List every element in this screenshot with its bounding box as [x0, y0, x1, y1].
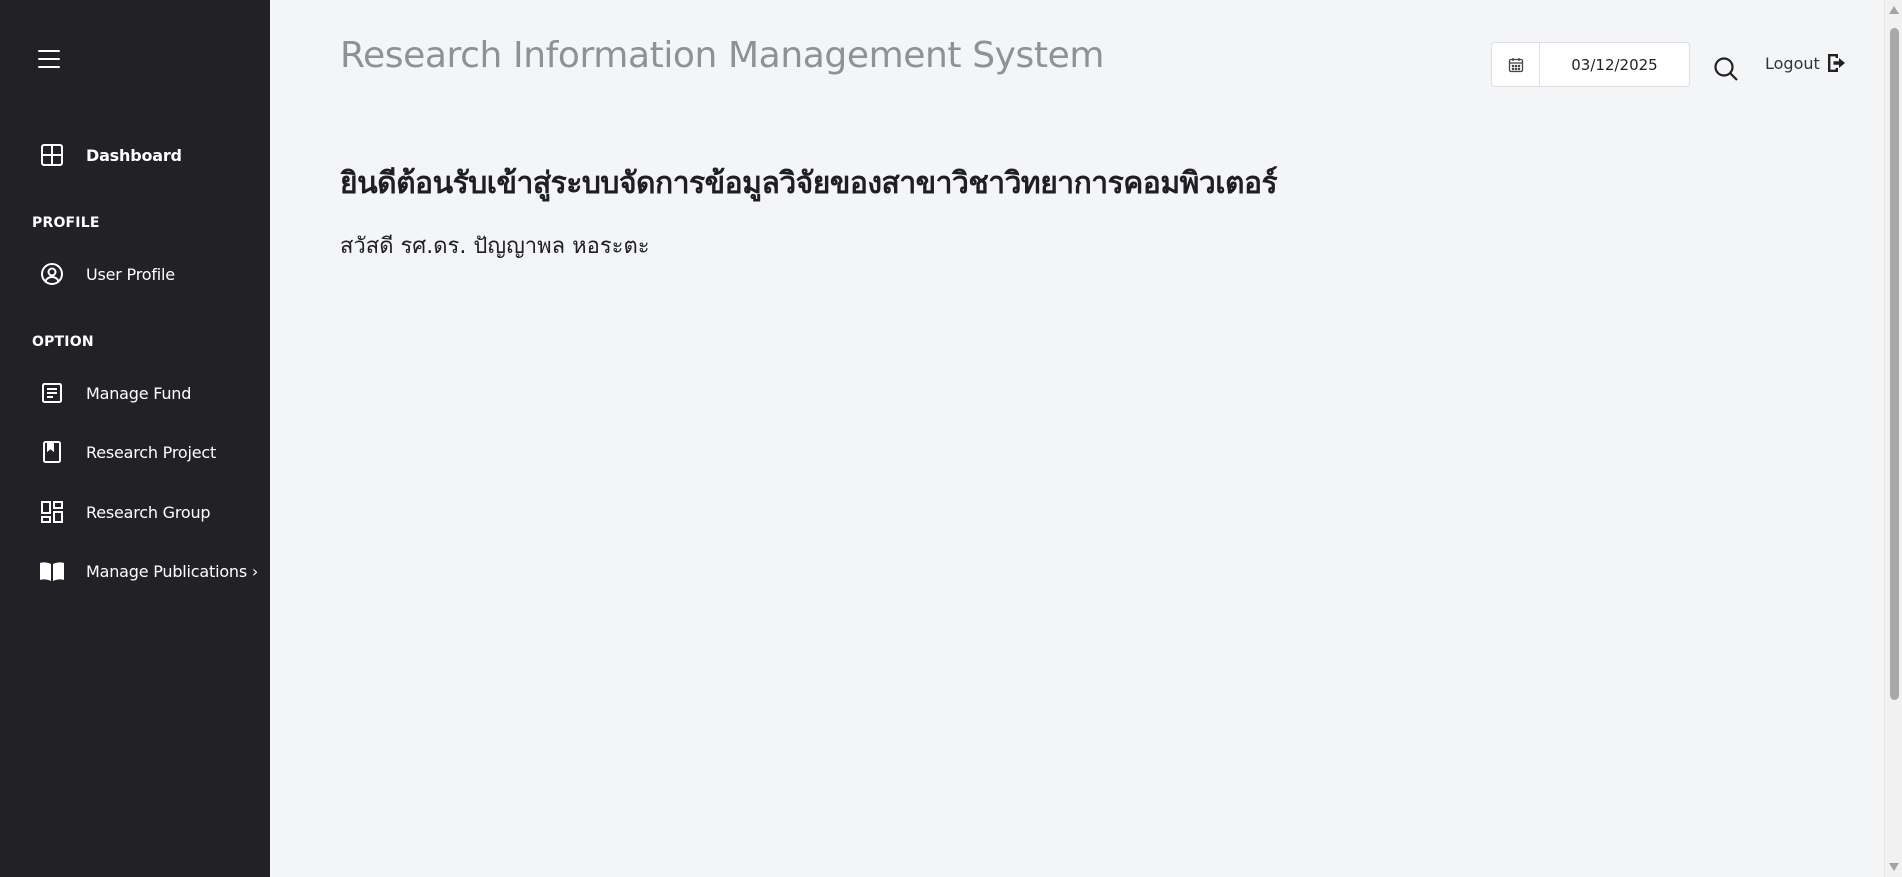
- sidebar-item-label: Research Project: [86, 442, 217, 462]
- calendar-icon[interactable]: [1492, 43, 1540, 86]
- open-book-icon: [38, 557, 66, 585]
- main-content: Research Information Management System 0…: [270, 0, 1884, 877]
- dashboard-grid-icon: [38, 141, 66, 169]
- logout-button[interactable]: Logout: [1765, 52, 1848, 74]
- logout-label: Logout: [1765, 53, 1820, 73]
- greeting-text: สวัสดี รศ.ดร. ปัญญาพล หอระตะ: [340, 234, 650, 259]
- scroll-up-arrow-icon[interactable]: [1889, 6, 1899, 14]
- sidebar-item-manage-publications[interactable]: Manage Publications ›: [38, 555, 258, 587]
- sidebar-item-research-project[interactable]: Research Project: [38, 436, 216, 468]
- page-title: Research Information Management System: [340, 35, 1105, 76]
- user-circle-icon: [38, 260, 66, 288]
- sidebar-item-research-group[interactable]: Research Group: [38, 496, 211, 528]
- sidebar-item-label: Manage Publications ›: [86, 561, 259, 581]
- date-value: 03/12/2025: [1571, 55, 1658, 74]
- scrollbar-thumb[interactable]: [1890, 28, 1899, 700]
- scroll-down-arrow-icon[interactable]: [1889, 863, 1899, 871]
- welcome-heading: ยินดีต้อนรับเข้าสู่ระบบจัดการข้อมูลวิจัย…: [340, 166, 1278, 201]
- sidebar-item-label: Research Group: [86, 502, 211, 522]
- sidebar-item-dashboard[interactable]: Dashboard: [38, 139, 182, 171]
- section-title-profile: PROFILE: [32, 215, 100, 231]
- sidebar-item-manage-fund[interactable]: Manage Fund: [38, 377, 191, 409]
- sidebar-item-label: Manage Fund: [86, 383, 192, 403]
- logout-icon: [1826, 52, 1848, 74]
- date-picker[interactable]: 03/12/2025: [1491, 42, 1690, 87]
- search-icon[interactable]: [1712, 55, 1740, 83]
- vertical-scrollbar[interactable]: [1884, 0, 1902, 877]
- group-grid-icon: [38, 498, 66, 526]
- document-lines-icon: [38, 379, 66, 407]
- bookmark-book-icon: [38, 438, 66, 466]
- section-title-option: OPTION: [32, 334, 94, 350]
- hamburger-icon[interactable]: [38, 50, 60, 68]
- sidebar-item-user-profile[interactable]: User Profile: [38, 258, 175, 290]
- sidebar-item-label: Dashboard: [86, 145, 182, 165]
- sidebar-item-label: User Profile: [86, 264, 175, 284]
- sidebar: Dashboard PROFILE User Profile OPTION Ma…: [0, 0, 270, 877]
